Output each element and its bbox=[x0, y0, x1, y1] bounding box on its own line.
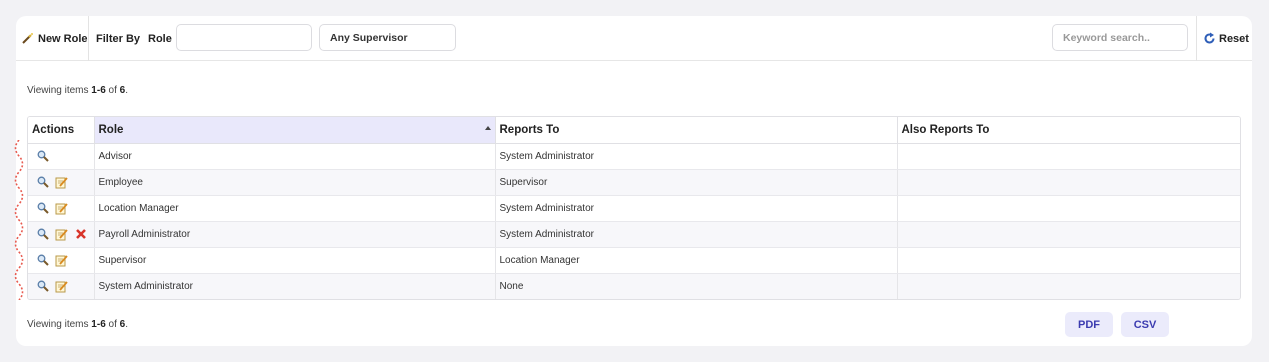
actions-cell bbox=[28, 247, 95, 274]
refresh-icon bbox=[1203, 32, 1216, 45]
filter-by-label: Filter By bbox=[96, 32, 141, 45]
toolbar: New Role Filter By Role Any Supervisor K… bbox=[16, 16, 1252, 61]
role-cell: Employee bbox=[94, 169, 496, 196]
reports-to-column-header[interactable]: Reports To bbox=[495, 117, 898, 144]
edit-icon[interactable] bbox=[55, 202, 68, 215]
role-cell: Payroll Administrator bbox=[94, 221, 496, 248]
viewing-suffix: . bbox=[125, 319, 128, 330]
table-row: Employee Supervisor bbox=[28, 169, 1240, 196]
reports-to-cell: System Administrator bbox=[495, 195, 898, 222]
export-pdf-button[interactable]: PDF bbox=[1065, 312, 1113, 337]
viewing-of: of bbox=[105, 85, 120, 96]
actions-cell bbox=[28, 169, 95, 196]
edit-icon[interactable] bbox=[55, 176, 68, 189]
reports-to-cell: Supervisor bbox=[495, 169, 898, 196]
view-icon[interactable] bbox=[36, 280, 49, 293]
new-role-button[interactable]: New Role bbox=[21, 16, 88, 61]
row-actions bbox=[32, 150, 93, 163]
roles-table: Actions Role Reports To Also Reports To … bbox=[27, 116, 1241, 300]
role-cell: Supervisor bbox=[94, 247, 496, 274]
role-list-panel: New Role Filter By Role Any Supervisor K… bbox=[16, 16, 1252, 346]
actions-cell bbox=[28, 221, 95, 248]
also-reports-to-cell bbox=[897, 273, 1240, 299]
role-column-label: Role bbox=[98, 123, 124, 136]
view-icon[interactable] bbox=[36, 176, 49, 189]
delete-icon[interactable] bbox=[74, 228, 87, 241]
keyword-search-input[interactable]: Keyword search.. bbox=[1052, 24, 1188, 51]
table-row: Supervisor Location Manager bbox=[28, 247, 1240, 274]
view-icon[interactable] bbox=[36, 202, 49, 215]
view-icon[interactable] bbox=[36, 228, 49, 241]
role-cell: Advisor bbox=[94, 143, 496, 170]
reports-to-cell: Location Manager bbox=[495, 247, 898, 274]
actions-cell bbox=[28, 273, 95, 299]
also-reports-to-column-header[interactable]: Also Reports To bbox=[897, 117, 1240, 144]
also-reports-to-cell bbox=[897, 221, 1240, 248]
viewing-items-top: Viewing items 1-6 of 6. bbox=[27, 85, 128, 96]
view-icon[interactable] bbox=[36, 150, 49, 163]
also-reports-to-cell bbox=[897, 247, 1240, 274]
also-reports-to-cell bbox=[897, 169, 1240, 196]
row-actions bbox=[32, 176, 93, 189]
role-column-header[interactable]: Role bbox=[94, 117, 496, 144]
row-actions bbox=[32, 280, 93, 293]
edit-icon[interactable] bbox=[55, 228, 68, 241]
actions-cell bbox=[28, 195, 95, 222]
reset-button[interactable]: Reset bbox=[1203, 16, 1249, 61]
toolbar-divider bbox=[88, 16, 89, 61]
toolbar-divider bbox=[1196, 16, 1197, 61]
role-cell: Location Manager bbox=[94, 195, 496, 222]
viewing-range: 1-6 bbox=[91, 85, 106, 96]
viewing-suffix: . bbox=[125, 85, 128, 96]
reports-to-cell: None bbox=[495, 273, 898, 299]
wand-icon bbox=[21, 32, 34, 45]
reset-label: Reset bbox=[1219, 32, 1249, 45]
viewing-prefix: Viewing items bbox=[27, 85, 92, 96]
table-row: Payroll Administrator System Administrato… bbox=[28, 221, 1240, 248]
table-header-row: Actions Role Reports To Also Reports To bbox=[28, 117, 1240, 144]
edit-icon[interactable] bbox=[55, 254, 68, 267]
viewing-prefix: Viewing items bbox=[27, 319, 92, 330]
reports-to-cell: System Administrator bbox=[495, 221, 898, 248]
view-icon[interactable] bbox=[36, 254, 49, 267]
also-reports-to-cell bbox=[897, 195, 1240, 222]
reports-to-cell: System Administrator bbox=[495, 143, 898, 170]
table-row: Advisor System Administrator bbox=[28, 143, 1240, 170]
new-role-label: New Role bbox=[38, 32, 88, 45]
viewing-items-bottom: Viewing items 1-6 of 6. bbox=[27, 319, 128, 330]
actions-column-header: Actions bbox=[28, 117, 95, 144]
also-reports-to-cell bbox=[897, 143, 1240, 170]
actions-cell bbox=[28, 143, 95, 170]
role-filter-label: Role bbox=[148, 32, 172, 45]
role-cell: System Administrator bbox=[94, 273, 496, 299]
viewing-of: of bbox=[105, 319, 120, 330]
row-actions bbox=[32, 228, 93, 241]
table-row: Location Manager System Administrator bbox=[28, 195, 1240, 222]
row-actions bbox=[32, 254, 93, 267]
role-filter-input[interactable] bbox=[176, 24, 312, 51]
viewing-range: 1-6 bbox=[91, 319, 106, 330]
supervisor-filter-select[interactable]: Any Supervisor bbox=[319, 24, 456, 51]
row-actions bbox=[32, 202, 93, 215]
edit-icon[interactable] bbox=[55, 280, 68, 293]
table-row: System Administrator None bbox=[28, 273, 1240, 299]
squiggle-annotation bbox=[14, 140, 24, 300]
sort-ascending-icon bbox=[484, 126, 491, 130]
export-csv-button[interactable]: CSV bbox=[1121, 312, 1169, 337]
